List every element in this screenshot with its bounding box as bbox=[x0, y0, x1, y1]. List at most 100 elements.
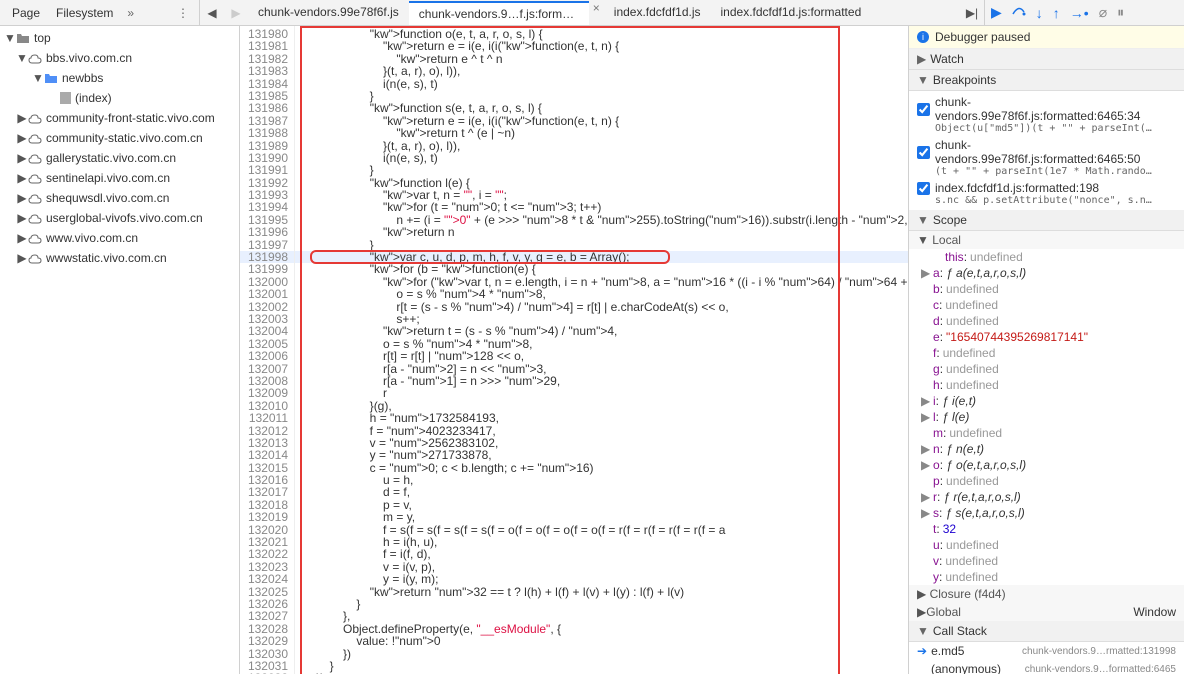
tree-item-4[interactable]: ▶community-front-static.vivo.com bbox=[0, 108, 239, 128]
file-tab-3[interactable]: index.fdcfdf1d.js:formatted bbox=[711, 1, 872, 25]
more-tabs-icon[interactable]: » bbox=[121, 4, 140, 22]
breakpoint-checkbox[interactable] bbox=[917, 182, 930, 195]
scope-var-v[interactable]: v: undefined bbox=[909, 553, 1184, 569]
file-tab-2[interactable]: index.fdcfdf1d.js bbox=[604, 1, 711, 25]
scope-var-p[interactable]: p: undefined bbox=[909, 473, 1184, 489]
code-line-131984[interactable]: i(n(e, s), t) bbox=[295, 78, 908, 90]
scope-var-i[interactable]: ▶i: ƒ i(e,t) bbox=[909, 393, 1184, 409]
tree-item-8[interactable]: ▶shequwsdl.vivo.com.cn bbox=[0, 188, 239, 208]
tree-item-11[interactable]: ▶wwwstatic.vivo.com.cn bbox=[0, 248, 239, 268]
scope-var-m[interactable]: m: undefined bbox=[909, 425, 1184, 441]
code-line-132027[interactable]: }, bbox=[295, 610, 908, 622]
cloud-icon bbox=[28, 153, 42, 163]
callstack-frame-1[interactable]: (anonymous)chunk-vendors.9…formatted:646… bbox=[909, 660, 1184, 674]
scope-var-this[interactable]: this: undefined bbox=[909, 249, 1184, 265]
tree-label: community-static.vivo.com.cn bbox=[46, 131, 203, 145]
code-line-131981[interactable]: "kw">return e = i(e, i(i("kw">function(e… bbox=[295, 40, 908, 52]
resume-icon[interactable]: ▶ bbox=[991, 4, 1002, 21]
file-tree[interactable]: ▼top▼bbs.vivo.com.cn▼newbbs(index)▶commu… bbox=[0, 26, 240, 674]
code-line-132030[interactable]: }) bbox=[295, 648, 908, 660]
folder-icon bbox=[16, 32, 30, 44]
scope-var-h[interactable]: h: undefined bbox=[909, 377, 1184, 393]
cloud-icon bbox=[28, 213, 42, 223]
step-out-icon[interactable]: ↑ bbox=[1053, 5, 1060, 21]
tree-item-3[interactable]: (index) bbox=[0, 88, 239, 108]
scope-var-l[interactable]: ▶l: ƒ l(e) bbox=[909, 409, 1184, 425]
tree-item-1[interactable]: ▼bbs.vivo.com.cn bbox=[0, 48, 239, 68]
scope-section-header[interactable]: ▼Scope bbox=[909, 210, 1184, 231]
nav-prev-icon[interactable]: ◀ bbox=[200, 6, 224, 20]
pause-icon[interactable]: ⏸ bbox=[1117, 4, 1124, 21]
panel-menu-icon[interactable]: ⋮ bbox=[171, 6, 195, 20]
scope-var-d[interactable]: d: undefined bbox=[909, 313, 1184, 329]
breakpoint-0[interactable]: chunk-vendors.99e78f6f.js:formatted:6465… bbox=[909, 93, 1184, 136]
callstack-section-header[interactable]: ▼Call Stack bbox=[909, 621, 1184, 642]
code-line-132031[interactable]: } bbox=[295, 660, 908, 672]
breakpoints-section-header[interactable]: ▼Breakpoints bbox=[909, 70, 1184, 91]
close-tab-icon[interactable]: × bbox=[589, 1, 604, 25]
code-line-132001[interactable]: o = s % "num">4 * "num">8, bbox=[295, 288, 908, 300]
debugger-controls: ▶ ↓ ↑ →• ⌀ ⏸ bbox=[984, 0, 1184, 25]
breakpoint-checkbox[interactable] bbox=[917, 103, 930, 116]
scope-var-y[interactable]: y: undefined bbox=[909, 569, 1184, 585]
scope-global-header[interactable]: ▶ GlobalWindow bbox=[909, 603, 1184, 621]
code-line-132026[interactable]: } bbox=[295, 598, 908, 610]
code-line-132029[interactable]: value: !"num">0 bbox=[295, 635, 908, 647]
filesystem-tab[interactable]: Filesystem bbox=[48, 2, 121, 24]
scope-var-t[interactable]: t: 32 bbox=[909, 521, 1184, 537]
tab-scroll-right-icon[interactable]: ▶| bbox=[960, 6, 984, 20]
scope-var-f[interactable]: f: undefined bbox=[909, 345, 1184, 361]
breakpoint-2[interactable]: index.fdcfdf1d.js:formatted:198s.nc && p… bbox=[909, 179, 1184, 208]
tree-item-9[interactable]: ▶userglobal-vivofs.vivo.com.cn bbox=[0, 208, 239, 228]
step-icon[interactable]: →• bbox=[1070, 5, 1089, 21]
tree-item-0[interactable]: ▼top bbox=[0, 28, 239, 48]
scope-var-a[interactable]: ▶a: ƒ a(e,t,a,r,o,s,l) bbox=[909, 265, 1184, 281]
code-line-131996[interactable]: "kw">return n bbox=[295, 226, 908, 238]
scope-var-u[interactable]: u: undefined bbox=[909, 537, 1184, 553]
scope-var-n[interactable]: ▶n: ƒ n(e,t) bbox=[909, 441, 1184, 457]
tree-item-6[interactable]: ▶gallerystatic.vivo.com.cn bbox=[0, 148, 239, 168]
code-line-132017[interactable]: d = f, bbox=[295, 486, 908, 498]
deactivate-breakpoints-icon[interactable]: ⌀ bbox=[1099, 4, 1107, 21]
code-line-132025[interactable]: "kw">return "num">32 == t ? l(h) + l(f) … bbox=[295, 586, 908, 598]
code-line-132006[interactable]: r[t] = r[t] | "num">128 << o, bbox=[295, 350, 908, 362]
scope-var-c[interactable]: c: undefined bbox=[909, 297, 1184, 313]
scope-var-b[interactable]: b: undefined bbox=[909, 281, 1184, 297]
code-line-131990[interactable]: i(n(e, s), t) bbox=[295, 152, 908, 164]
step-into-icon[interactable]: ↓ bbox=[1036, 5, 1043, 21]
nav-next-icon[interactable]: ▶ bbox=[224, 6, 248, 20]
watch-section-header[interactable]: ▶Watch bbox=[909, 49, 1184, 70]
callstack-frame-0[interactable]: ➔e.md5chunk-vendors.9…rmatted:131998 bbox=[909, 642, 1184, 660]
breakpoint-1[interactable]: chunk-vendors.99e78f6f.js:formatted:6465… bbox=[909, 136, 1184, 179]
info-icon: i bbox=[917, 31, 929, 43]
scope-var-r[interactable]: ▶r: ƒ r(e,t,a,r,o,s,l) bbox=[909, 489, 1184, 505]
frame-location: chunk-vendors.9…formatted:6465 bbox=[1025, 664, 1176, 674]
file-tab-1[interactable]: chunk-vendors.9…f.js:formatted bbox=[409, 1, 589, 25]
scope-var-e[interactable]: e: "16540744395269817141" bbox=[909, 329, 1184, 345]
code-editor[interactable]: 1319801319811319821319831319841319851319… bbox=[240, 26, 908, 674]
scope-local-header[interactable]: ▼ Local bbox=[909, 231, 1184, 249]
tree-arrow-icon: ▼ bbox=[16, 51, 28, 65]
code-line-131983[interactable]: }(t, a, r), o), l)), bbox=[295, 65, 908, 77]
code-line-132014[interactable]: y = "num">271733878, bbox=[295, 449, 908, 461]
scope-closure-header[interactable]: ▶ Closure (f4d4) bbox=[909, 585, 1184, 603]
scope-var-o[interactable]: ▶o: ƒ o(e,t,a,r,o,s,l) bbox=[909, 457, 1184, 473]
tree-item-10[interactable]: ▶www.vivo.com.cn bbox=[0, 228, 239, 248]
tree-item-7[interactable]: ▶sentinelapi.vivo.com.cn bbox=[0, 168, 239, 188]
breakpoint-checkbox[interactable] bbox=[917, 146, 930, 159]
tree-label: sentinelapi.vivo.com.cn bbox=[46, 171, 170, 185]
scope-var-s[interactable]: ▶s: ƒ s(e,t,a,r,o,s,l) bbox=[909, 505, 1184, 521]
debugger-panel: i Debugger paused ▶Watch ▼Breakpoints ch… bbox=[908, 26, 1184, 674]
code-area[interactable]: "kw">function o(e, t, a, r, o, s, l) { "… bbox=[295, 26, 908, 674]
code-line-131988[interactable]: "kw">return t ^ (e | ~n) bbox=[295, 127, 908, 139]
code-line-132004[interactable]: "kw">return t = (s - s % "num">4) / "num… bbox=[295, 325, 908, 337]
tree-item-2[interactable]: ▼newbbs bbox=[0, 68, 239, 88]
page-tab[interactable]: Page bbox=[4, 2, 48, 24]
code-line-132019[interactable]: m = y, bbox=[295, 511, 908, 523]
step-over-icon[interactable] bbox=[1012, 5, 1026, 21]
code-line-132009[interactable]: r bbox=[295, 387, 908, 399]
code-line-132022[interactable]: f = i(f, d), bbox=[295, 548, 908, 560]
scope-var-g[interactable]: g: undefined bbox=[909, 361, 1184, 377]
file-tab-0[interactable]: chunk-vendors.99e78f6f.js bbox=[248, 1, 409, 25]
tree-item-5[interactable]: ▶community-static.vivo.com.cn bbox=[0, 128, 239, 148]
